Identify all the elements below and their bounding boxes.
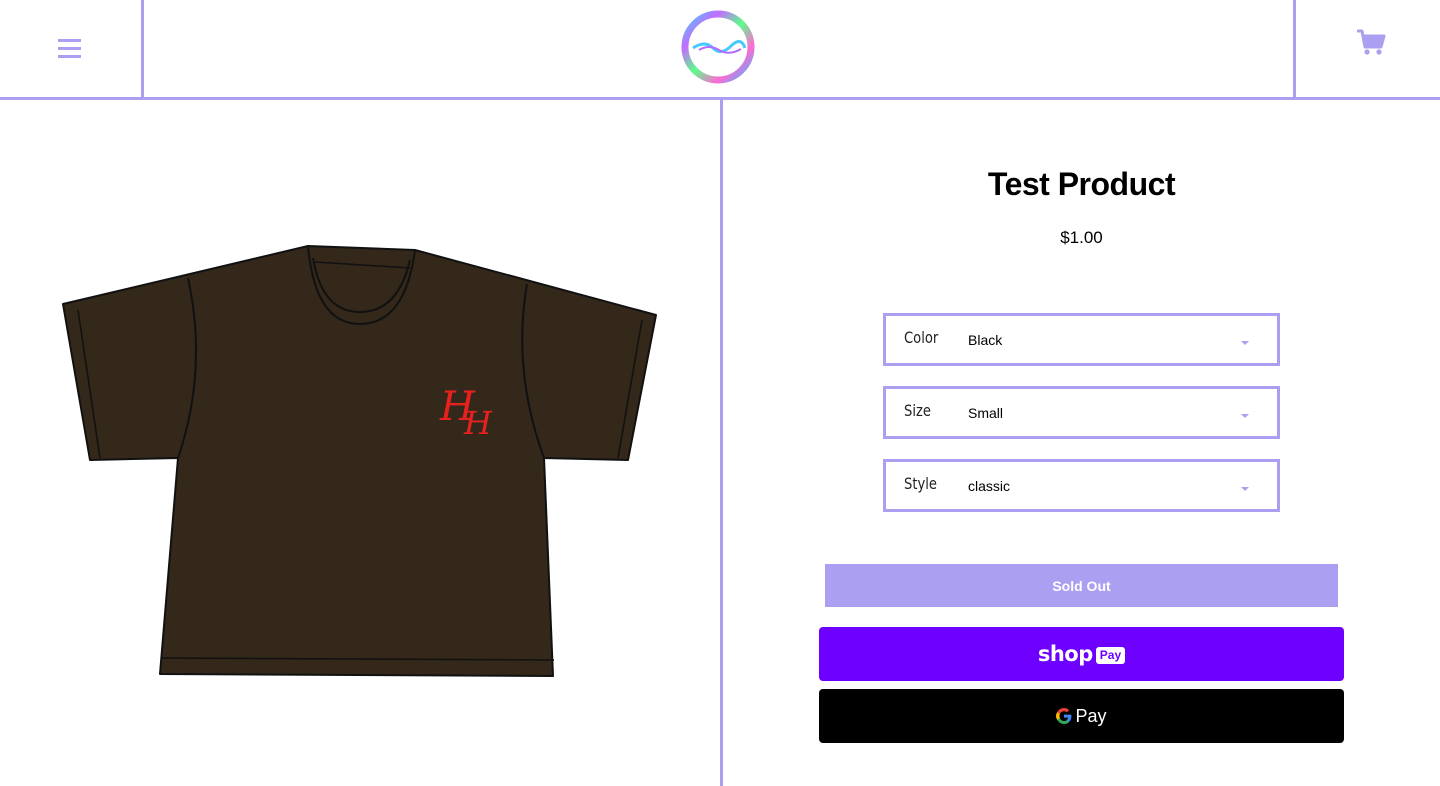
- color-select[interactable]: Color Black: [883, 313, 1280, 366]
- tshirt-product-image: H H: [62, 245, 657, 677]
- product-details: Test Product $1.00 Color Black Size Smal…: [723, 100, 1440, 786]
- svg-text:H: H: [463, 404, 493, 442]
- store-logo-icon[interactable]: [679, 8, 757, 86]
- product-price: $1.00: [1060, 228, 1103, 247]
- google-pay-label: Pay: [1075, 705, 1107, 726]
- style-select[interactable]: Style classic: [883, 459, 1280, 512]
- size-select-value: Small: [968, 405, 1004, 421]
- google-g-icon: [1056, 708, 1072, 724]
- sold-out-button[interactable]: Sold Out: [825, 564, 1338, 607]
- shop-pay-wordmark: shop: [1037, 642, 1093, 666]
- size-select[interactable]: Size Small: [883, 386, 1280, 439]
- style-select-value: classic: [968, 478, 1011, 494]
- shop-pay-badge: Pay: [1095, 646, 1126, 664]
- color-select-value: Black: [968, 332, 1003, 348]
- chevron-down-icon: [1241, 414, 1249, 418]
- chevron-down-icon: [1241, 487, 1249, 491]
- product-title: Test Product: [987, 166, 1176, 202]
- shopping-cart-icon[interactable]: [1356, 28, 1386, 58]
- menu-cell: [0, 0, 144, 97]
- size-select-label: Size: [904, 401, 931, 420]
- cart-cell: [1293, 0, 1440, 97]
- chevron-down-icon: [1241, 341, 1249, 345]
- hamburger-menu-icon[interactable]: [56, 34, 86, 64]
- site-header: [0, 0, 1440, 100]
- shop-pay-button[interactable]: shop Pay: [819, 627, 1344, 681]
- google-pay-button[interactable]: Pay: [819, 689, 1344, 743]
- style-select-label: Style: [904, 474, 937, 493]
- color-select-label: Color: [904, 328, 939, 347]
